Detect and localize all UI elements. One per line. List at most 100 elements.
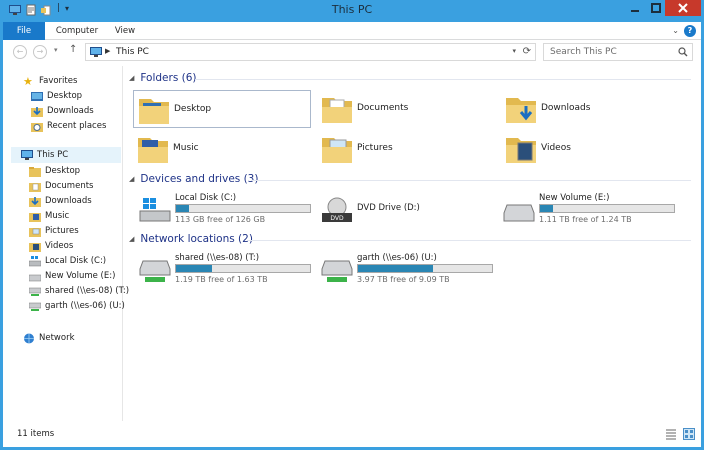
folder-tile-desktop[interactable]: Desktop <box>133 90 311 128</box>
pc-icon <box>90 47 102 57</box>
folder-tile-music[interactable]: Music <box>133 130 311 168</box>
folder-label: Desktop <box>174 104 212 114</box>
back-button[interactable]: ← <box>13 45 27 59</box>
sidebar-item-music[interactable]: Music <box>29 209 69 223</box>
tab-view[interactable]: View <box>109 22 141 40</box>
free-space-text: 3.97 TB free of 9.09 TB <box>357 275 450 284</box>
folder-label: Music <box>173 143 199 153</box>
sidebar-item-desktop[interactable]: Desktop <box>31 89 82 103</box>
maximize-button[interactable] <box>646 0 666 16</box>
close-icon <box>678 3 688 13</box>
group-header-devices[interactable]: ◢ Devices and drives (3) <box>129 173 258 185</box>
group-header-folders[interactable]: ◢ Folders (6) <box>129 72 197 84</box>
divider <box>247 240 691 241</box>
capacity-fill <box>176 265 213 272</box>
search-input[interactable]: Search This PC <box>550 47 617 57</box>
status-bar: 11 items <box>3 423 701 447</box>
expand-ribbon-icon[interactable]: ⌄ <box>672 26 679 35</box>
sidebar-item-this-pc[interactable]: This PC <box>21 148 68 162</box>
folder-tile-downloads[interactable]: Downloads <box>501 90 679 128</box>
drive-dvd-d[interactable]: DVD DVD Drive (D:) <box>321 193 497 227</box>
address-bar[interactable]: ▶ This PC ▾ ⟳ <box>85 43 536 61</box>
music-folder-icon <box>138 138 168 163</box>
divider <box>251 180 691 181</box>
maximize-icon <box>651 3 661 13</box>
sidebar-item-network[interactable]: Network <box>23 331 75 345</box>
item-count: 11 items <box>17 429 55 439</box>
pictures-folder-icon <box>29 227 41 237</box>
sidebar-item-local-disk-c[interactable]: Local Disk (C:) <box>29 254 106 268</box>
documents-folder-icon <box>29 182 41 192</box>
large-icons-view-icon[interactable] <box>683 428 695 440</box>
folder-label: Pictures <box>357 143 393 153</box>
dvd-drive-icon: DVD <box>322 197 352 222</box>
close-button[interactable] <box>665 0 701 16</box>
network-drive-shared-t[interactable]: shared (\\es-08) (T:) 1.19 TB free of 1.… <box>139 253 315 287</box>
sidebar-item-label: garth (\\es-06) (U:) <box>45 301 125 311</box>
collapse-icon[interactable]: ◢ <box>129 74 134 82</box>
group-header-label: Network locations (2) <box>140 233 253 245</box>
collapse-icon[interactable]: ◢ <box>129 235 134 243</box>
sidebar-item-desktop[interactable]: Desktop <box>29 164 80 178</box>
drive-icon <box>29 274 41 281</box>
sidebar-item-downloads[interactable]: Downloads <box>29 194 92 208</box>
sidebar-item-favorites[interactable]: ★ Favorites <box>23 74 77 88</box>
folder-tile-videos[interactable]: Videos <box>501 130 679 168</box>
forward-button[interactable]: → <box>33 45 47 59</box>
chevron-down-icon[interactable]: ▾ <box>512 47 516 55</box>
capacity-fill <box>358 265 434 272</box>
music-folder-icon <box>29 212 41 222</box>
sidebar-item-downloads[interactable]: Downloads <box>31 104 94 118</box>
sidebar-item-recent-places[interactable]: Recent places <box>31 119 106 133</box>
recent-locations-icon[interactable]: ▾ <box>54 46 58 54</box>
folder-tile-pictures[interactable]: Pictures <box>317 130 495 168</box>
pc-icon <box>21 149 33 160</box>
sidebar-item-label: Downloads <box>45 196 92 206</box>
search-icon[interactable] <box>678 47 688 57</box>
sidebar-item-garth-u[interactable]: garth (\\es-06) (U:) <box>29 299 125 313</box>
collapse-icon[interactable]: ◢ <box>129 175 134 183</box>
folder-tile-documents[interactable]: Documents <box>317 90 495 128</box>
sidebar-item-label: This PC <box>37 150 69 160</box>
network-drive-garth-u[interactable]: garth (\\es-06) (U:) 3.97 TB free of 9.0… <box>321 253 497 287</box>
chevron-right-icon[interactable]: ▶ <box>105 47 110 55</box>
sidebar-item-new-volume-e[interactable]: New Volume (E:) <box>29 269 115 283</box>
sidebar-item-documents[interactable]: Documents <box>29 179 93 193</box>
recent-places-icon <box>31 122 43 132</box>
network-drive-icon <box>29 302 41 311</box>
capacity-fill <box>540 205 554 212</box>
drive-new-volume-e[interactable]: New Volume (E:) 1.11 TB free of 1.24 TB <box>503 193 679 227</box>
sidebar-item-videos[interactable]: Videos <box>29 239 73 253</box>
sidebar-item-shared-t[interactable]: shared (\\es-08) (T:) <box>29 284 129 298</box>
tab-computer[interactable]: Computer <box>51 22 103 40</box>
details-view-icon[interactable] <box>665 428 677 440</box>
group-header-network[interactable]: ◢ Network locations (2) <box>129 233 253 245</box>
breadcrumb[interactable]: This PC <box>116 47 149 57</box>
capacity-bar <box>175 204 311 213</box>
sidebar-item-label: Favorites <box>39 76 78 86</box>
drive-label: shared (\\es-08) (T:) <box>175 253 260 263</box>
up-icon[interactable]: ↑ <box>69 44 77 55</box>
drive-local-disk-c[interactable]: Local Disk (C:) 113 GB free of 126 GB <box>139 193 315 227</box>
sidebar-item-label: Local Disk (C:) <box>45 256 107 266</box>
drive-label: garth (\\es-06) (U:) <box>357 253 437 263</box>
tab-file[interactable]: File <box>3 22 45 40</box>
refresh-icon[interactable]: ⟳ <box>523 46 531 57</box>
divider <box>195 79 691 80</box>
network-icon <box>24 333 34 343</box>
sidebar-item-pictures[interactable]: Pictures <box>29 224 79 238</box>
group-header-label: Folders (6) <box>140 72 197 84</box>
desktop-folder-icon <box>139 99 169 124</box>
capacity-bar <box>539 204 675 213</box>
search-box[interactable]: Search This PC <box>543 43 693 61</box>
downloads-icon <box>29 196 41 207</box>
content-pane: ◢ Folders (6) Desktop Documents Download… <box>125 66 701 421</box>
sidebar-item-label: Desktop <box>45 166 81 176</box>
sidebar-item-label: Network <box>39 333 75 343</box>
navigation-bar: ← → ▾ ↑ ▶ This PC ▾ ⟳ Search This PC <box>3 40 701 64</box>
sidebar-item-label: Videos <box>45 241 74 251</box>
minimize-button[interactable] <box>625 0 645 16</box>
help-icon[interactable]: ? <box>684 25 696 37</box>
dvd-logo-text: DVD <box>330 215 344 222</box>
folder-label: Downloads <box>541 103 591 113</box>
